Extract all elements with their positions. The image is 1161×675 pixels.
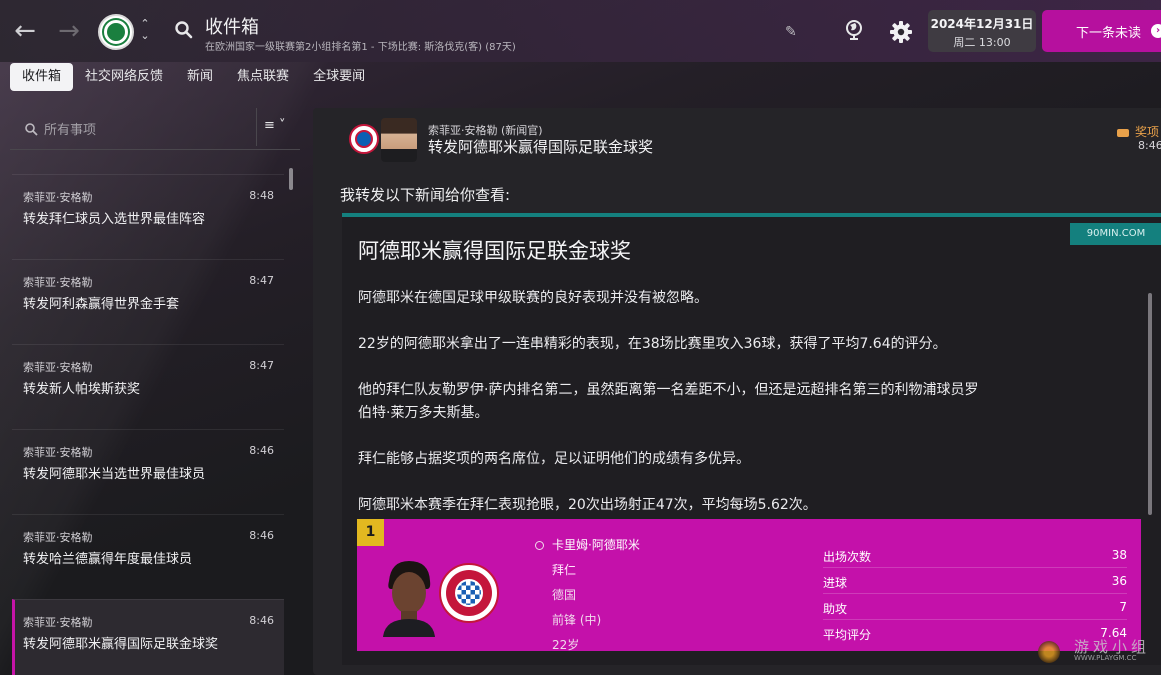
date-display[interactable]: 2024年12月31日 周二 13:00 [928, 10, 1036, 52]
chevron-right-icon: › [1151, 24, 1161, 38]
page-title: 收件箱 [205, 17, 259, 38]
tab-world-news[interactable]: 全球要闻 [301, 63, 377, 91]
message-item[interactable]: 索菲亚·安格勒 8:46 转发哈兰德赢得年度最佳球员 [12, 514, 284, 590]
divider [823, 567, 1127, 568]
divider [823, 593, 1127, 594]
stat-label: 进球 [823, 576, 848, 590]
player-position: 前锋 (中) [552, 613, 602, 627]
message-reader: 索菲亚·安格勒 (新闻官) 转发阿德耶米赢得国际足联金球奖 奖项 8:46 我转… [313, 108, 1161, 675]
current-weekday-time: 周二 13:00 [953, 36, 1011, 49]
article-paragraph: 他的拜仁队友勒罗伊·萨内排名第二，虽然距离第一名差距不小，但还是远超排名第三的利… [358, 382, 979, 421]
reader-intro: 我转发以下新闻给你查看: [340, 186, 511, 204]
article-paragraph: 阿德耶米本赛季在拜仁表现抢眼，20次出场射正47次，平均每场5.62次。 [358, 497, 817, 513]
club-crest-icon[interactable] [98, 14, 134, 50]
message-time: 8:48 [249, 189, 274, 202]
stat-value: 36 [1111, 574, 1127, 588]
message-item[interactable]: 索菲亚·安格勒 8:47 转发新人帕埃斯获奖 [12, 344, 284, 420]
sender-avatar [381, 118, 417, 162]
rank-badge: 1 [357, 519, 384, 546]
article-paragraph: 拜仁能够占据奖项的两名席位，足以证明他们的成绩有多优异。 [358, 451, 750, 467]
message-time: 8:46 [249, 529, 274, 542]
divider [256, 108, 257, 146]
message-sender: 索菲亚·安格勒 [23, 446, 93, 459]
tab-social-feedback[interactable]: 社交网络反馈 [73, 63, 175, 91]
message-subject: 转发拜仁球员入选世界最佳阵容 [23, 212, 206, 227]
globe-icon[interactable] [842, 18, 866, 42]
back-icon[interactable]: ← [12, 16, 38, 46]
player-age: 22岁 [552, 638, 580, 652]
article-source: 90MIN.COM [1070, 223, 1161, 245]
message-subject: 转发阿德耶米赢得国际足联金球奖 [23, 637, 219, 652]
updown-icon[interactable]: ⌃ ⌄ [138, 18, 152, 44]
message-subject: 转发阿利森赢得世界金手套 [23, 297, 180, 312]
person-icon [535, 541, 544, 550]
message-subject: 转发阿德耶米当选世界最佳球员 [23, 467, 206, 482]
player-name[interactable]: 卡里姆·阿德耶米 [535, 536, 640, 553]
news-article: 90MIN.COM 阿德耶米赢得国际足联金球奖 阿德耶米在德国足球甲级联赛的良好… [342, 213, 1161, 665]
tab-focus-leagues[interactable]: 焦点联赛 [225, 63, 301, 91]
stat-label: 平均评分 [823, 628, 872, 642]
search-icon[interactable] [174, 20, 194, 40]
stat-value: 38 [1111, 548, 1127, 562]
bayern-crest-icon [349, 124, 379, 154]
watermark-url: WWW.PLAYGM.CC [1074, 654, 1137, 662]
message-sender: 索菲亚·安格勒 [23, 276, 93, 289]
category-tag[interactable]: 奖项 [1117, 123, 1159, 140]
tab-inbox[interactable]: 收件箱 [10, 63, 74, 91]
list-scrollbar[interactable] [289, 168, 293, 190]
message-item[interactable]: 索菲亚·安格勒 8:47 转发阿利森赢得世界金手套 [12, 259, 284, 335]
message-sender: 索菲亚·安格勒 [23, 361, 93, 374]
next-unread-button[interactable]: 下一条未读 › [1042, 10, 1161, 52]
article-paragraph: 阿德耶米在德国足球甲级联赛的良好表现并没有被忽略。 [358, 290, 708, 306]
filter-bar: 所有事项 ≡ ˅ [10, 106, 300, 150]
message-subject: 转发新人帕埃斯获奖 [23, 382, 141, 397]
watermark-logo-icon [1038, 641, 1060, 663]
tab-news[interactable]: 新闻 [175, 63, 225, 91]
stat-label: 助攻 [823, 602, 848, 616]
gear-icon[interactable] [889, 20, 913, 44]
message-time: 8:46 [249, 614, 274, 627]
search-input[interactable]: 所有事项 [44, 119, 96, 138]
tag-icon [1117, 128, 1129, 137]
message-time: 8:47 [249, 359, 274, 372]
message-time: 8:47 [249, 274, 274, 287]
filter-menu-icon[interactable]: ≡ ˅ [264, 118, 286, 133]
message-sender: 索菲亚·安格勒 [23, 616, 93, 629]
top-bar: ← → ⌃ ⌄ 收件箱 在欧洲国家一级联赛第2小组排名第1 - 下场比赛: 斯洛伐… [0, 0, 1161, 62]
reader-subject: 转发阿德耶米赢得国际足联金球奖 [428, 138, 654, 156]
player-nation: 德国 [552, 588, 577, 602]
player-stat-card[interactable]: 1 卡里姆·阿德耶米 拜仁 德国 前锋 (中) 22岁 出场次数 38 进球 3… [357, 519, 1141, 652]
article-scrollbar[interactable] [1148, 293, 1152, 515]
message-item-selected[interactable]: 索菲亚·安格勒 8:46 转发阿德耶米赢得国际足联金球奖 [12, 599, 284, 675]
player-club[interactable]: 拜仁 [552, 561, 576, 578]
message-sender: 索菲亚·安格勒 [23, 191, 93, 204]
bayern-crest-icon [439, 563, 499, 623]
page-subtitle: 在欧洲国家一级联赛第2小组排名第1 - 下场比赛: 斯洛伐克(客) (87天) [205, 42, 516, 53]
message-item[interactable]: 索菲亚·安格勒 8:46 转发阿德耶米当选世界最佳球员 [12, 429, 284, 505]
site-watermark: 游戏小组 WWW.PLAYGM.CC [1036, 633, 1160, 671]
stat-label: 出场次数 [823, 550, 872, 564]
message-subject: 转发哈兰德赢得年度最佳球员 [23, 552, 193, 567]
message-list-panel: 所有事项 ≡ ˅ 索菲亚·安格勒 8:48 转发拜仁球员入选世界最佳阵容 索菲亚… [0, 96, 310, 675]
divider [823, 619, 1127, 620]
current-date: 2024年12月31日 [930, 17, 1034, 31]
next-unread-label: 下一条未读 [1076, 25, 1142, 41]
message-sender: 索菲亚·安格勒 [23, 531, 93, 544]
message-item[interactable]: 索菲亚·安格勒 8:48 转发拜仁球员入选世界最佳阵容 [12, 174, 284, 250]
article-title: 阿德耶米赢得国际足联金球奖 [358, 239, 631, 263]
player-name-label: 卡里姆·阿德耶米 [552, 538, 640, 552]
category-tag-label: 奖项 [1135, 125, 1160, 139]
pencil-icon[interactable]: ✎ [785, 24, 797, 40]
search-icon [25, 123, 38, 136]
inbox-tabs: 收件箱 社交网络反馈 新闻 焦点联赛 全球要闻 [10, 63, 377, 91]
stat-value: 7 [1119, 600, 1127, 614]
forward-icon[interactable]: → [56, 16, 82, 46]
article-paragraph: 22岁的阿德耶米拿出了一连串精彩的表现，在38场比赛里攻入36球，获得了平均7.… [358, 336, 947, 352]
message-time: 8:46 [249, 444, 274, 457]
player-photo [383, 561, 435, 637]
reader-time: 8:46 [1138, 139, 1161, 152]
